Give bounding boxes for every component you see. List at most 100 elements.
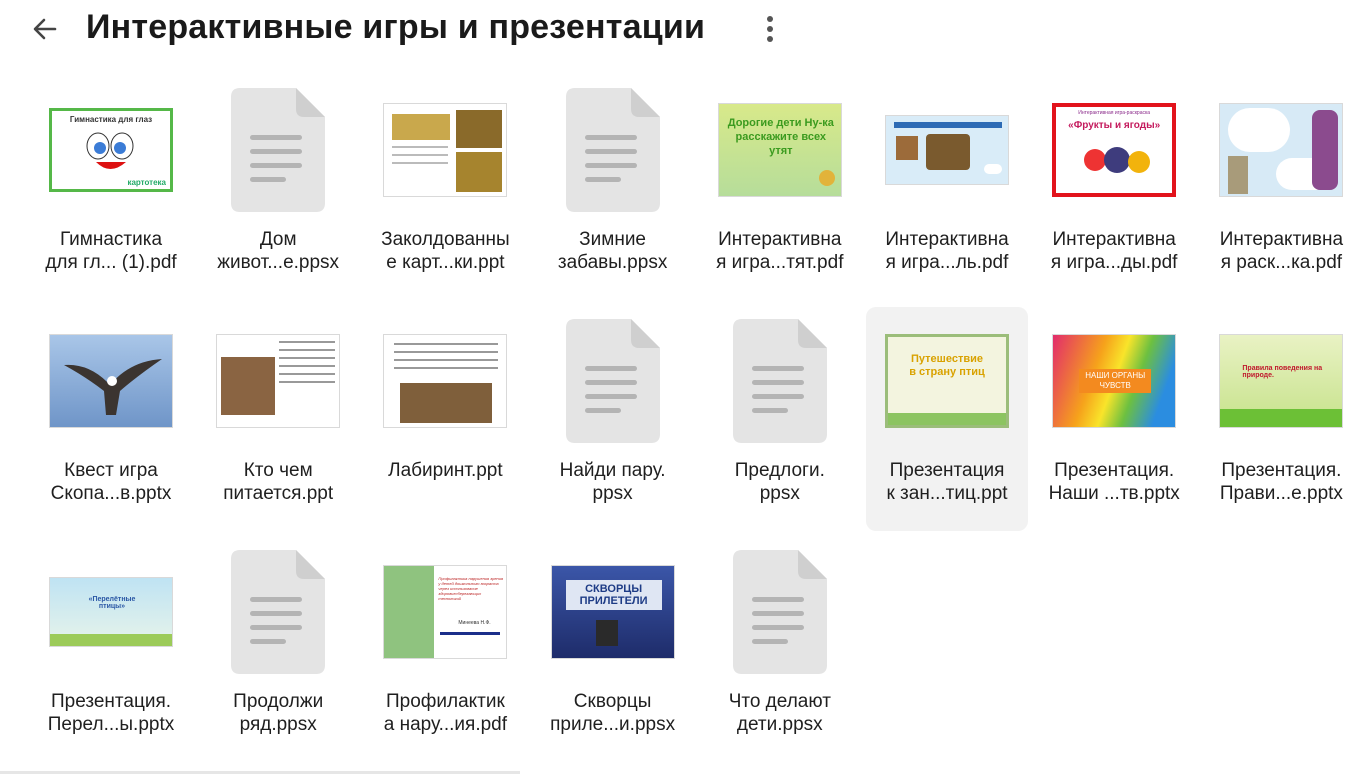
file-tile[interactable]: Профилактика нарушения зрения у детей до… bbox=[364, 538, 526, 762]
file-name: Презентация. Перел...ы.pptx bbox=[30, 690, 192, 736]
file-name-line-2: приле...и.ppsx bbox=[550, 714, 676, 735]
preview-thumbnail bbox=[364, 317, 526, 445]
document-icon bbox=[565, 88, 660, 212]
preview-thumbnail bbox=[866, 86, 1028, 214]
page-title: Интерактивные игры и презентации bbox=[86, 8, 706, 46]
file-name: Лабиринт.ppt bbox=[364, 459, 526, 482]
preview-thumbnail bbox=[364, 86, 526, 214]
preview-thumbnail bbox=[30, 317, 192, 445]
file-name: Презентация. Прави...е.pptx bbox=[1200, 459, 1357, 505]
document-thumbnail bbox=[197, 86, 359, 214]
file-tile[interactable]: Заколдованны е карт...ки.ppt bbox=[364, 76, 526, 300]
file-name-line-1: Презентация bbox=[889, 460, 1005, 481]
file-name: Квест игра Скопа...в.pptx bbox=[30, 459, 192, 505]
preview-thumbnail: СКВОРЦЫ ПРИЛЕТЕЛИ bbox=[532, 548, 694, 676]
file-name-line-1: Интерактивна bbox=[885, 229, 1009, 250]
file-name-line-1: Предлоги. bbox=[734, 460, 825, 481]
preview-thumbnail: Правила поведения на природе. bbox=[1200, 317, 1357, 445]
file-name: Профилактик а нару...ия.pdf bbox=[364, 690, 526, 736]
file-tile[interactable]: Дорогие дети Ну-ка расскажите всех утят … bbox=[699, 76, 861, 300]
file-name-line-1: Презентация. bbox=[1221, 460, 1342, 481]
back-button[interactable] bbox=[26, 10, 64, 48]
file-tile[interactable]: Зимние забавы.ppsx bbox=[532, 76, 694, 300]
file-tile[interactable]: Найди пару. ppsx bbox=[532, 307, 694, 531]
file-name-line-2: для гл... (1).pdf bbox=[45, 252, 177, 273]
preview-thumbnail: «Перелётные птицы» bbox=[30, 548, 192, 676]
file-name: Продолжи ряд.ppsx bbox=[197, 690, 359, 736]
document-thumbnail bbox=[197, 548, 359, 676]
document-icon bbox=[565, 319, 660, 443]
file-name-line-2: я игра...тят.pdf bbox=[716, 252, 844, 273]
file-tile[interactable]: Что делают дети.ppsx bbox=[699, 538, 861, 762]
file-name-line-2: дети.ppsx bbox=[736, 714, 823, 735]
file-name-line-1: Интерактивна bbox=[1052, 229, 1176, 250]
file-name-line-2: ppsx bbox=[759, 483, 800, 504]
file-name-line-2: Перел...ы.pptx bbox=[47, 714, 175, 735]
preview-thumbnail: Дорогие дети Ну-ка расскажите всех утят bbox=[699, 86, 861, 214]
preview-thumbnail: Интерактивная игра-раскраска «Фрукты и я… bbox=[1033, 86, 1195, 214]
file-name-line-2: а нару...ия.pdf bbox=[383, 714, 508, 735]
file-name-line-2: е карт...ки.ppt bbox=[386, 252, 505, 273]
preview-thumbnail: Профилактика нарушения зрения у детей до… bbox=[364, 548, 526, 676]
preview-thumbnail: Путешествие в страну птиц bbox=[866, 317, 1028, 445]
file-tile[interactable]: Путешествие в страну птиц Презентация к … bbox=[866, 307, 1028, 531]
file-name-line-1: Найди пару. bbox=[559, 460, 666, 481]
file-name: Скворцы приле...и.ppsx bbox=[532, 690, 694, 736]
document-thumbnail bbox=[532, 86, 694, 214]
document-icon bbox=[231, 550, 326, 674]
file-name: Кто чем питается.ppt bbox=[197, 459, 359, 505]
file-name-line-2: Прави...е.pptx bbox=[1219, 483, 1343, 504]
more-options-button[interactable] bbox=[756, 10, 784, 48]
file-name-line-1: Презентация. bbox=[1054, 460, 1175, 481]
file-name-line-2: я игра...ды.pdf bbox=[1050, 252, 1178, 273]
file-name: Интерактивна я игра...ль.pdf bbox=[866, 228, 1028, 274]
file-name-line-2: ppsx bbox=[592, 483, 633, 504]
file-name-line-1: Интерактивна bbox=[718, 229, 842, 250]
document-thumbnail bbox=[532, 317, 694, 445]
file-name-line-2: ряд.ppsx bbox=[239, 714, 317, 735]
preview-thumbnail bbox=[1200, 86, 1357, 214]
file-tile[interactable]: Квест игра Скопа...в.pptx bbox=[30, 307, 192, 531]
arrow-left-icon bbox=[33, 18, 57, 40]
file-name: Интерактивна я игра...ды.pdf bbox=[1033, 228, 1195, 274]
file-name: Заколдованны е карт...ки.ppt bbox=[364, 228, 526, 274]
file-name: Презентация. Наши ...тв.pptx bbox=[1033, 459, 1195, 505]
file-tile[interactable]: Интерактивна я раск...ка.pdf bbox=[1200, 76, 1357, 300]
file-tile[interactable]: Правила поведения на природе. Презентаци… bbox=[1200, 307, 1357, 531]
file-tile[interactable]: Продолжи ряд.ppsx bbox=[197, 538, 359, 762]
file-tile[interactable]: «Перелётные птицы» Презентация. Перел...… bbox=[30, 538, 192, 762]
file-name-line-1: Профилактик bbox=[385, 691, 505, 712]
document-icon bbox=[732, 550, 827, 674]
document-thumbnail bbox=[699, 548, 861, 676]
file-tile[interactable]: Лабиринт.ppt bbox=[364, 307, 526, 531]
file-name-line-2: Скопа...в.pptx bbox=[50, 483, 172, 504]
file-name-line-1: Что делают bbox=[728, 691, 831, 712]
more-vertical-icon bbox=[767, 16, 773, 42]
document-icon bbox=[231, 88, 326, 212]
file-name: Презентация к зан...тиц.ppt bbox=[866, 459, 1028, 505]
file-tile[interactable]: СКВОРЦЫ ПРИЛЕТЕЛИ Скворцы приле...и.ppsx bbox=[532, 538, 694, 762]
document-icon bbox=[732, 319, 827, 443]
file-name: Зимние забавы.ppsx bbox=[532, 228, 694, 274]
file-name-line-2: Наши ...тв.pptx bbox=[1048, 483, 1180, 504]
file-name-line-2: я раск...ка.pdf bbox=[1220, 252, 1343, 273]
file-tile[interactable]: Интерактивная игра-раскраска «Фрукты и я… bbox=[1033, 76, 1195, 300]
file-tile[interactable]: Кто чем питается.ppt bbox=[197, 307, 359, 531]
file-tile[interactable]: Гимнастика для глаз картотека Гимнастика… bbox=[30, 76, 192, 300]
file-name-line-1: Скворцы bbox=[573, 691, 652, 712]
file-name-line-1: Интерактивна bbox=[1219, 229, 1344, 250]
file-name-line-1: Кто чем bbox=[243, 460, 313, 481]
file-tile[interactable]: Интерактивна я игра...ль.pdf bbox=[866, 76, 1028, 300]
file-tile[interactable]: Предлоги. ppsx bbox=[699, 307, 861, 531]
file-name: Интерактивна я игра...тят.pdf bbox=[699, 228, 861, 274]
file-tile[interactable]: НАШИ ОРГАНЫ ЧУВСТВ Презентация. Наши ...… bbox=[1033, 307, 1195, 531]
file-name-line-1: Заколдованны bbox=[381, 229, 510, 250]
file-tile[interactable]: Дом живот...е.ppsx bbox=[197, 76, 359, 300]
file-name-line-2: живот...е.ppsx bbox=[217, 252, 340, 273]
preview-thumbnail bbox=[197, 317, 359, 445]
file-name: Интерактивна я раск...ка.pdf bbox=[1200, 228, 1357, 274]
file-name-line-2: я игра...ль.pdf bbox=[885, 252, 1009, 273]
file-name-line-2: к зан...тиц.ppt bbox=[886, 483, 1008, 504]
document-thumbnail bbox=[699, 317, 861, 445]
file-name: Гимнастика для гл... (1).pdf bbox=[30, 228, 192, 274]
